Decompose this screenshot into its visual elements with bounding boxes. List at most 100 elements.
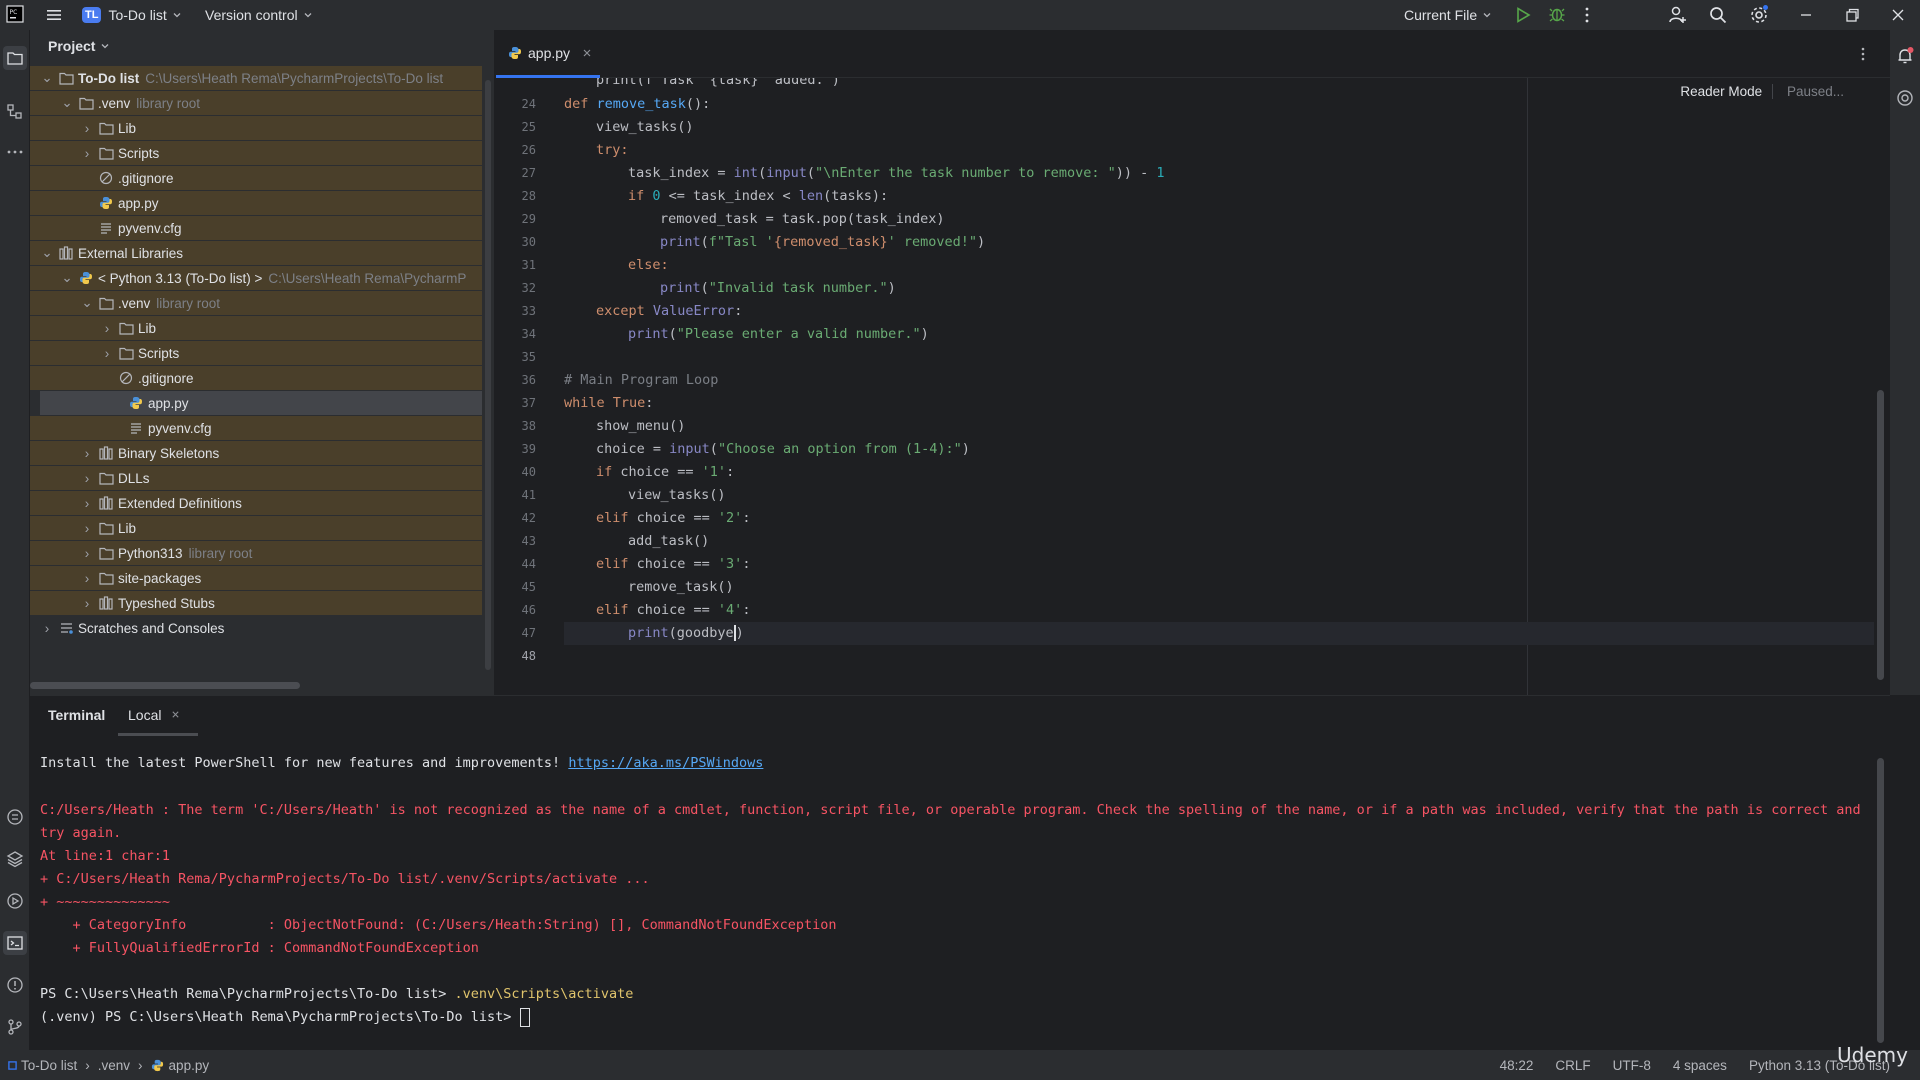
version-control-menu[interactable]: Version control [205, 0, 313, 30]
chevron-down-icon[interactable]: ⌄ [40, 70, 54, 86]
tree-item-scripts[interactable]: › Scripts [30, 341, 482, 365]
layers-tool-button[interactable] [3, 847, 27, 871]
structure-tool-button[interactable] [3, 100, 27, 124]
tree-item-venv[interactable]: ⌄ .venv library root [30, 291, 482, 315]
project-switcher[interactable]: TL To-Do list [82, 0, 182, 30]
line-separator[interactable]: CRLF [1555, 1058, 1590, 1073]
chevron-down-icon[interactable]: ⌄ [60, 95, 74, 111]
tree-item-project-root[interactable]: ⌄ To-Do list C:\Users\Heath Rema\Pycharm… [30, 66, 482, 90]
debug-icon[interactable] [1548, 5, 1566, 23]
python-packages-button[interactable] [3, 805, 27, 829]
editor-more-icon[interactable] [1859, 46, 1867, 62]
powershell-link[interactable]: https://aka.ms/PSWindows [568, 755, 763, 771]
chevron-right-icon[interactable]: › [80, 446, 94, 461]
tree-item-typeshed-stubs[interactable]: › Typeshed Stubs [30, 591, 482, 615]
folder-icon [98, 120, 114, 136]
restore-window-icon[interactable] [1844, 6, 1860, 24]
terminal-tool-button[interactable] [3, 931, 27, 955]
code-token: "Invalid task number." [708, 280, 888, 296]
chevron-right-icon[interactable]: › [80, 546, 94, 561]
chevron-right-icon[interactable]: › [100, 346, 114, 361]
project-vertical-scrollbar[interactable] [485, 80, 491, 670]
inspection-status[interactable]: Paused... [1787, 84, 1844, 99]
code-line: view_tasks() [628, 484, 726, 507]
terminal-vertical-scrollbar[interactable] [1877, 758, 1884, 1043]
tree-item-gitignore[interactable]: .gitignore [30, 366, 482, 390]
tree-item-label: Extended Definitions [118, 495, 242, 511]
chevron-right-icon[interactable]: › [80, 121, 94, 136]
main-menu-icon[interactable] [45, 6, 63, 24]
more-tools-button[interactable] [3, 140, 27, 164]
caret-position[interactable]: 48:22 [1500, 1058, 1534, 1073]
tree-item-pyvenv-cfg[interactable]: pyvenv.cfg [30, 216, 482, 240]
tab-local[interactable]: Local [118, 696, 198, 736]
chevron-down-icon[interactable]: ⌄ [40, 245, 54, 261]
reader-mode-bar: Reader Mode Paused... [1680, 84, 1844, 99]
tree-item-binary-skeletons[interactable]: › Binary Skeletons [30, 441, 482, 465]
terminal-prompt: PS C:\Users\Heath Rema\PycharmProjects\T… [40, 986, 455, 1002]
chevron-right-icon[interactable]: › [80, 496, 94, 511]
tree-item-pyvenv-cfg[interactable]: pyvenv.cfg [30, 416, 482, 440]
terminal-prompt: (.venv) PS C:\Users\Heath Rema\PycharmPr… [40, 1009, 520, 1025]
settings-gear-icon[interactable] [1748, 4, 1770, 26]
git-tool-button[interactable] [3, 1015, 27, 1039]
code-line: while True: [564, 392, 653, 415]
tree-item-scratches[interactable]: › Scratches and Consoles [30, 616, 482, 640]
more-actions-icon[interactable] [1583, 6, 1591, 24]
tree-item-lib[interactable]: › Lib [30, 116, 482, 140]
chevron-right-icon[interactable]: › [80, 146, 94, 161]
run-icon[interactable] [1514, 6, 1532, 24]
notifications-bell-icon[interactable] [1895, 46, 1915, 66]
breadcrumb-item-project[interactable]: To-Do list [21, 1058, 77, 1073]
chevron-right-icon[interactable]: › [80, 471, 94, 486]
reader-mode-button[interactable]: Reader Mode [1680, 84, 1774, 99]
services-tool-button[interactable] [3, 889, 27, 913]
tree-item-python-sdk[interactable]: ⌄ < Python 3.13 (To-Do list) > C:\Users\… [30, 266, 482, 290]
tree-item-app-py-selected[interactable]: app.py [40, 391, 482, 415]
tree-item-lib[interactable]: › Lib [30, 516, 482, 540]
tree-item-python313[interactable]: › Python313 library root [30, 541, 482, 565]
tree-item-app-py[interactable]: app.py [30, 191, 482, 215]
code-area[interactable]: print(f"Task '{task}' added.") def remov… [564, 78, 1874, 695]
project-panel-header[interactable]: Project [30, 30, 494, 62]
project-tool-button[interactable] [3, 46, 27, 70]
close-window-icon[interactable] [1890, 6, 1906, 24]
chevron-right-icon[interactable]: › [100, 321, 114, 336]
breadcrumb-item-venv[interactable]: .venv [98, 1058, 130, 1073]
minimize-window-icon[interactable] [1798, 6, 1814, 24]
file-encoding[interactable]: UTF-8 [1613, 1058, 1651, 1073]
breadcrumb-item-file[interactable]: app.py [169, 1058, 210, 1073]
tree-item-gitignore[interactable]: .gitignore [30, 166, 482, 190]
chevron-right-icon[interactable]: › [80, 521, 94, 536]
run-configuration-select[interactable]: Current File [1404, 0, 1492, 30]
tree-item-lib[interactable]: › Lib [30, 316, 482, 340]
chevron-right-icon[interactable]: › [40, 621, 54, 636]
tree-item-external-libraries[interactable]: ⌄ External Libraries [30, 241, 482, 265]
tree-item-venv[interactable]: ⌄ .venv library root [30, 91, 482, 115]
chevron-down-icon[interactable]: ⌄ [80, 295, 94, 311]
ignored-file-icon [98, 170, 114, 186]
search-icon[interactable] [1708, 5, 1728, 25]
problems-tool-button[interactable] [3, 973, 27, 997]
tree-item-extended-definitions[interactable]: › Extended Definitions [30, 491, 482, 515]
indent-setting[interactable]: 4 spaces [1673, 1058, 1727, 1073]
folder-icon [118, 320, 134, 336]
editor-vertical-scrollbar[interactable] [1877, 390, 1884, 680]
project-horizontal-scrollbar[interactable] [30, 682, 300, 689]
chevron-right-icon[interactable]: › [80, 571, 94, 586]
ai-assistant-icon[interactable] [1895, 88, 1915, 108]
chevron-down-icon[interactable]: ⌄ [60, 270, 74, 286]
code-comment: # Main Program Loop [564, 372, 719, 388]
tree-item-scripts[interactable]: › Scripts [30, 141, 482, 165]
app-logo-icon[interactable]: PC [6, 5, 24, 23]
code-with-me-icon[interactable] [1668, 5, 1688, 25]
chevron-down-icon [172, 10, 182, 20]
terminal-input-line[interactable]: (.venv) PS C:\Users\Heath Rema\PycharmPr… [40, 1006, 530, 1029]
close-tab-icon[interactable] [582, 48, 592, 58]
tree-item-site-packages[interactable]: › site-packages [30, 566, 482, 590]
chevron-right-icon[interactable]: › [80, 596, 94, 611]
close-tab-icon[interactable] [171, 710, 180, 719]
line-number: 45 [521, 580, 536, 594]
tree-item-dlls[interactable]: › DLLs [30, 466, 482, 490]
tab-app-py[interactable]: app.py [496, 30, 600, 78]
